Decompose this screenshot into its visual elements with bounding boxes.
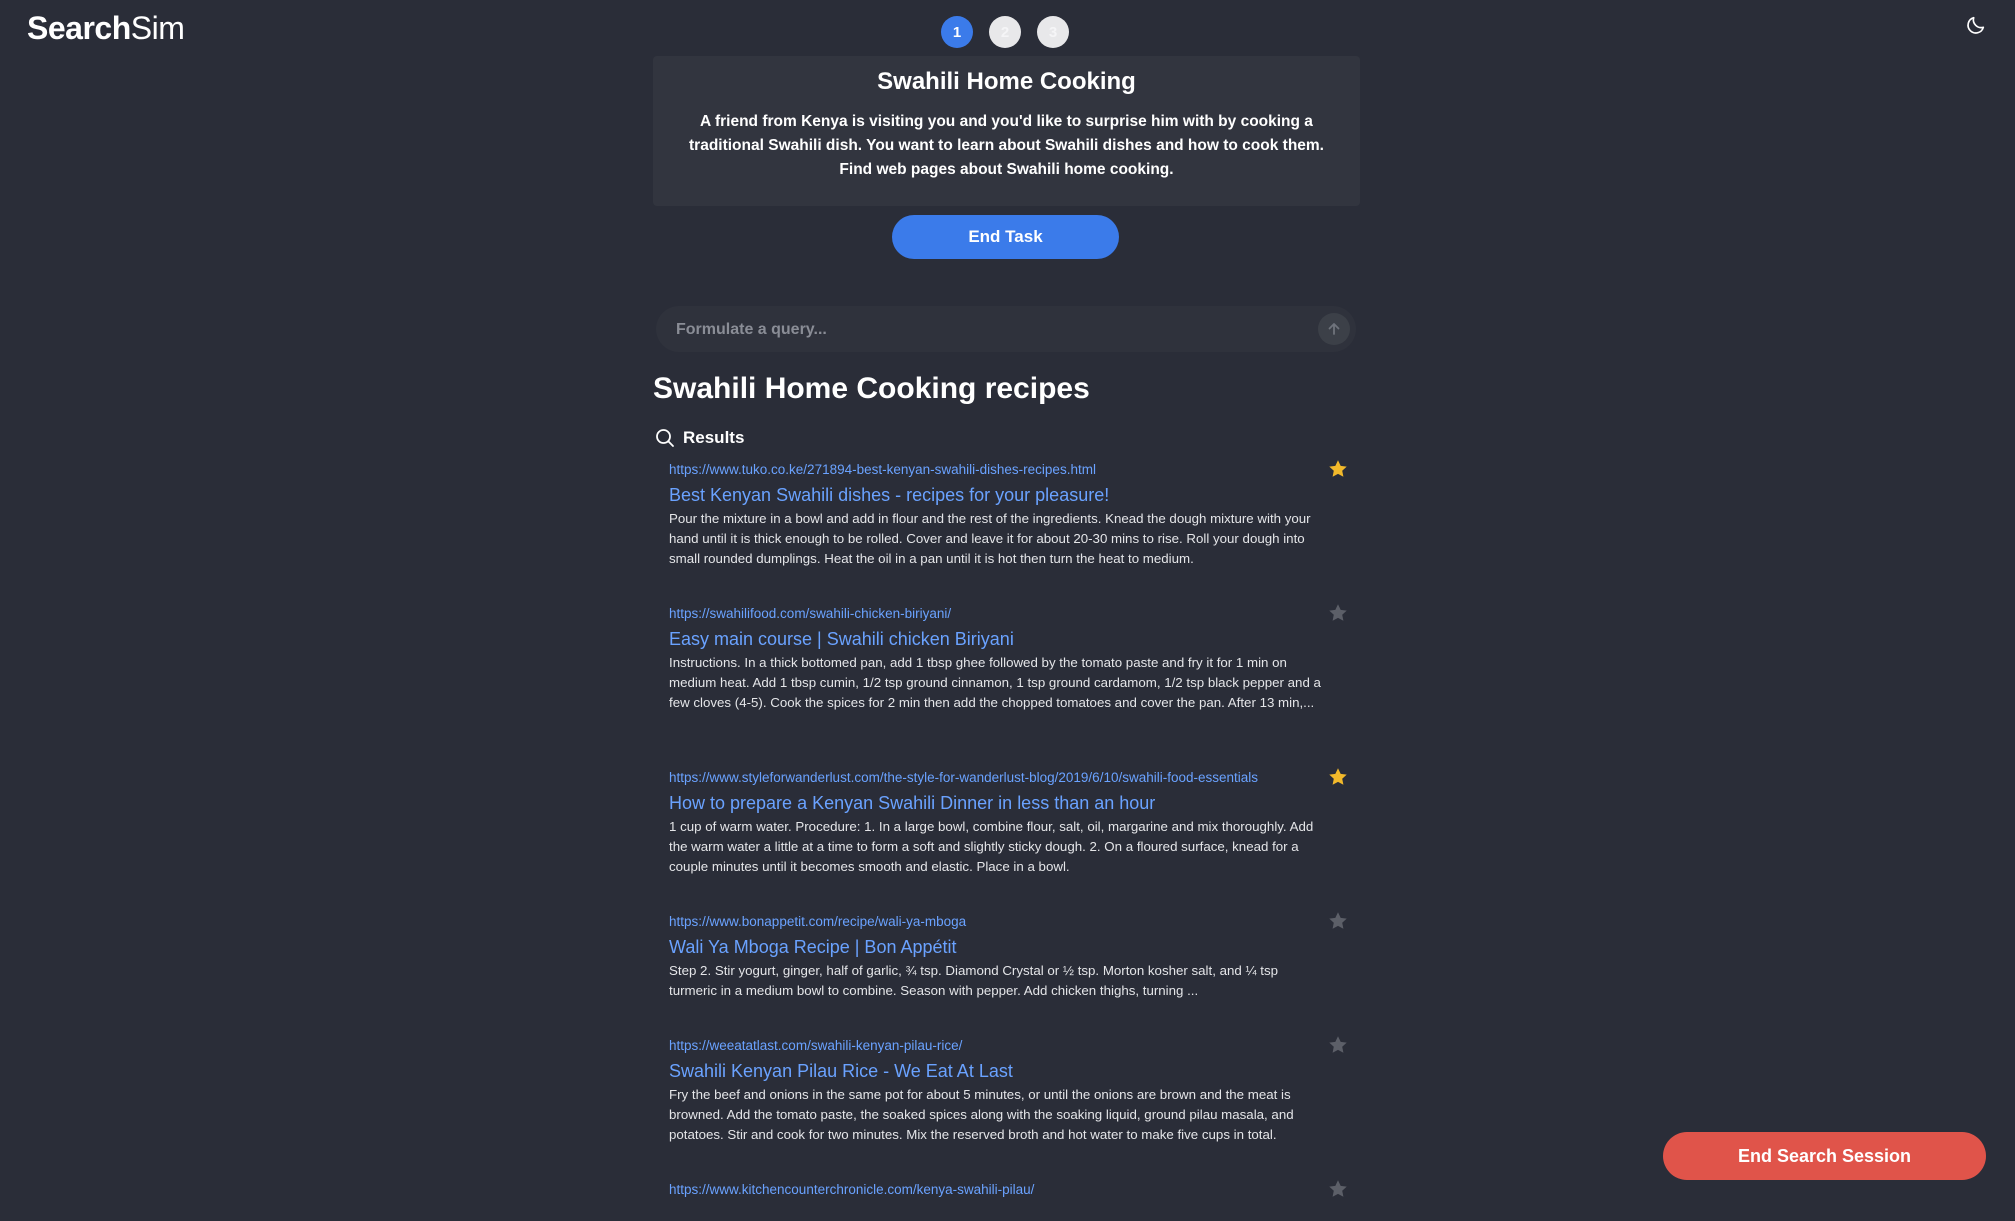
results-label: Results: [683, 428, 745, 447]
result-url[interactable]: https://swahilifood.com/swahili-chicken-…: [669, 605, 1349, 623]
query-heading: Swahili Home Cooking recipes: [653, 372, 1090, 405]
task-description: A friend from Kenya is visiting you and …: [689, 113, 1324, 178]
theme-toggle-button[interactable]: [1965, 14, 1989, 38]
result-url[interactable]: https://www.kitchencounterchronicle.com/…: [669, 1181, 1349, 1199]
moon-icon: [1967, 16, 1985, 34]
result-item: https://www.styleforwanderlust.com/the-s…: [669, 766, 1349, 913]
result-snippet: Step 2. Stir yogurt, ginger, half of gar…: [669, 963, 1278, 998]
result-url[interactable]: https://www.tuko.co.ke/271894-best-kenya…: [669, 461, 1349, 479]
search-box: [656, 306, 1356, 354]
step-1[interactable]: 1: [941, 16, 973, 48]
result-item: https://www.bonappetit.com/recipe/wali-y…: [669, 910, 1349, 1037]
step-3[interactable]: 3: [1037, 16, 1069, 48]
result-item: https://www.tuko.co.ke/271894-best-kenya…: [669, 458, 1349, 605]
result-title[interactable]: Wali Ya Mboga Recipe | Bon Appétit: [669, 935, 1349, 959]
result-item: https://www.kitchencounterchronicle.com/…: [669, 1178, 1349, 1221]
search-input[interactable]: [674, 306, 1278, 354]
result-item: https://weeatatlast.com/swahili-kenyan-p…: [669, 1034, 1349, 1181]
star-icon[interactable]: [1327, 602, 1349, 624]
star-icon[interactable]: [1327, 1178, 1349, 1200]
result-snippet: 1 cup of warm water. Procedure: 1. In a …: [669, 819, 1314, 874]
logo-bold-text: Search: [27, 10, 131, 46]
end-search-session-button[interactable]: End Search Session: [1663, 1132, 1986, 1180]
result-snippet: Fry the beef and onions in the same pot …: [669, 1087, 1294, 1142]
result-item: https://swahilifood.com/swahili-chicken-…: [669, 602, 1349, 769]
search-icon: [656, 429, 674, 447]
result-snippet: Pour the mixture in a bowl and add in fl…: [669, 511, 1311, 566]
task-stepper: 1 2 3: [941, 16, 1069, 48]
star-icon[interactable]: [1327, 458, 1349, 480]
result-title[interactable]: How to prepare a Kenyan Swahili Dinner i…: [669, 791, 1349, 815]
submit-query-button[interactable]: [1318, 313, 1350, 345]
result-title[interactable]: Swahili Kenyan Pilau Rice - We Eat At La…: [669, 1059, 1349, 1083]
task-title: Swahili Home Cooking: [877, 68, 1136, 95]
logo-light-text: Sim: [130, 10, 185, 46]
star-icon[interactable]: [1327, 766, 1349, 788]
star-icon[interactable]: [1327, 910, 1349, 932]
end-task-button[interactable]: End Task: [892, 215, 1119, 259]
results-header: Results: [655, 428, 744, 448]
result-snippet: Instructions. In a thick bottomed pan, a…: [669, 655, 1321, 710]
app-logo: SearchSim: [27, 10, 185, 47]
task-card: Swahili Home Cooking A friend from Kenya…: [653, 56, 1360, 206]
result-url[interactable]: https://weeatatlast.com/swahili-kenyan-p…: [669, 1037, 1349, 1055]
result-title[interactable]: Easy main course | Swahili chicken Biriy…: [669, 627, 1349, 651]
results-list: https://www.tuko.co.ke/271894-best-kenya…: [669, 458, 1349, 1221]
step-2[interactable]: 2: [989, 16, 1021, 48]
arrow-up-icon: [1328, 323, 1340, 335]
star-icon[interactable]: [1327, 1034, 1349, 1056]
result-title[interactable]: Best Kenyan Swahili dishes - recipes for…: [669, 483, 1349, 507]
result-url[interactable]: https://www.styleforwanderlust.com/the-s…: [669, 769, 1349, 787]
result-url[interactable]: https://www.bonappetit.com/recipe/wali-y…: [669, 913, 1349, 931]
